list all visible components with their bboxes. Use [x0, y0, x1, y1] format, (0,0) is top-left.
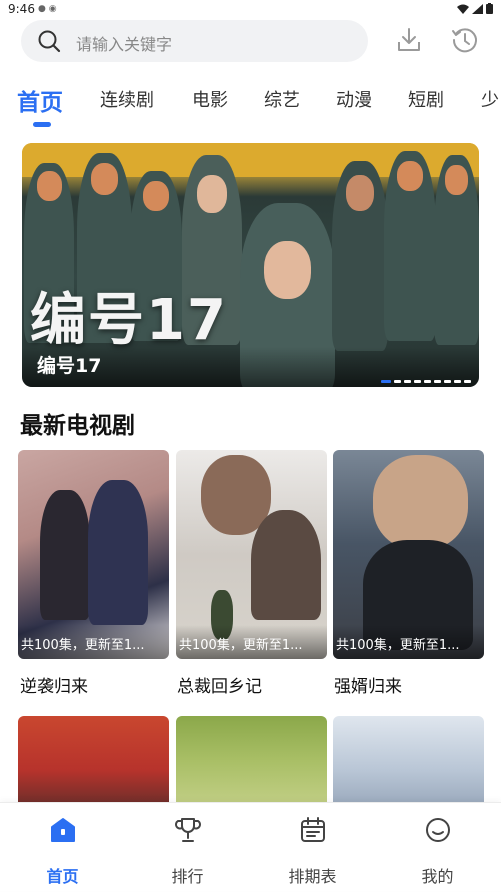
history-icon[interactable]: [450, 25, 480, 55]
drama-card[interactable]: 共100集，更新至1...: [333, 450, 484, 659]
tab-indicator: [33, 122, 51, 127]
tab-series[interactable]: 连续剧: [100, 86, 154, 112]
status-bar: 9:46 ● ◉: [0, 0, 501, 20]
section-title: 最新电视剧: [20, 413, 135, 439]
episode-badge: 共100集，更新至1...: [176, 625, 327, 659]
tab-more[interactable]: 少: [481, 86, 499, 112]
drama-card[interactable]: 共100集，更新至1...: [176, 450, 327, 659]
search-bar[interactable]: 请输入关键字: [21, 20, 368, 62]
drama-card[interactable]: [18, 716, 169, 806]
trophy-icon: [175, 818, 201, 842]
notification-icons: ● ◉: [38, 4, 57, 14]
nav-label: 排行: [171, 867, 204, 886]
drama-card[interactable]: 共100集，更新至1...: [18, 450, 169, 659]
tab-home[interactable]: 首页: [17, 83, 63, 117]
search-input[interactable]: 请输入关键字: [76, 31, 172, 55]
calendar-icon: [301, 817, 325, 842]
episode-badge: 共100集，更新至1...: [333, 625, 484, 659]
wifi-icon: [457, 4, 469, 14]
nav-schedule[interactable]: 排期表: [250, 803, 375, 892]
episode-badge: 共100集，更新至1...: [18, 625, 169, 659]
drama-card[interactable]: [176, 716, 327, 806]
banner-carousel[interactable]: 编号17 编号17: [22, 143, 479, 387]
download-icon[interactable]: [394, 25, 424, 55]
battery-icon: [486, 3, 493, 14]
nav-label: 我的: [421, 867, 454, 886]
nav-profile[interactable]: 我的: [375, 803, 500, 892]
drama-title[interactable]: 逆袭归来: [20, 672, 88, 697]
status-time: 9:46: [8, 2, 35, 16]
tab-movie[interactable]: 电影: [192, 86, 228, 112]
tab-variety[interactable]: 综艺: [264, 86, 300, 112]
banner-caption: 编号17: [37, 355, 102, 377]
category-tabs: 首页 连续剧 电影 综艺 动漫 短剧 少: [0, 82, 501, 128]
tab-anime[interactable]: 动漫: [336, 86, 372, 112]
profile-icon: [426, 818, 450, 842]
bottom-nav: 首页 排行 排期表 我的: [0, 802, 501, 891]
home-icon: [51, 818, 75, 842]
signal-icon: [472, 3, 483, 14]
nav-label: 首页: [46, 867, 79, 886]
drama-title[interactable]: 总裁回乡记: [177, 672, 262, 697]
nav-home[interactable]: 首页: [0, 803, 125, 892]
drama-title[interactable]: 强婿归来: [334, 672, 402, 697]
nav-ranking[interactable]: 排行: [125, 803, 250, 892]
tab-short[interactable]: 短剧: [408, 86, 444, 112]
carousel-indicator: [381, 380, 471, 383]
drama-card[interactable]: [333, 716, 484, 806]
banner-poster-title: 编号17: [30, 288, 228, 353]
nav-label: 排期表: [288, 867, 337, 886]
status-indicators: [457, 3, 493, 14]
search-icon: [38, 30, 61, 53]
